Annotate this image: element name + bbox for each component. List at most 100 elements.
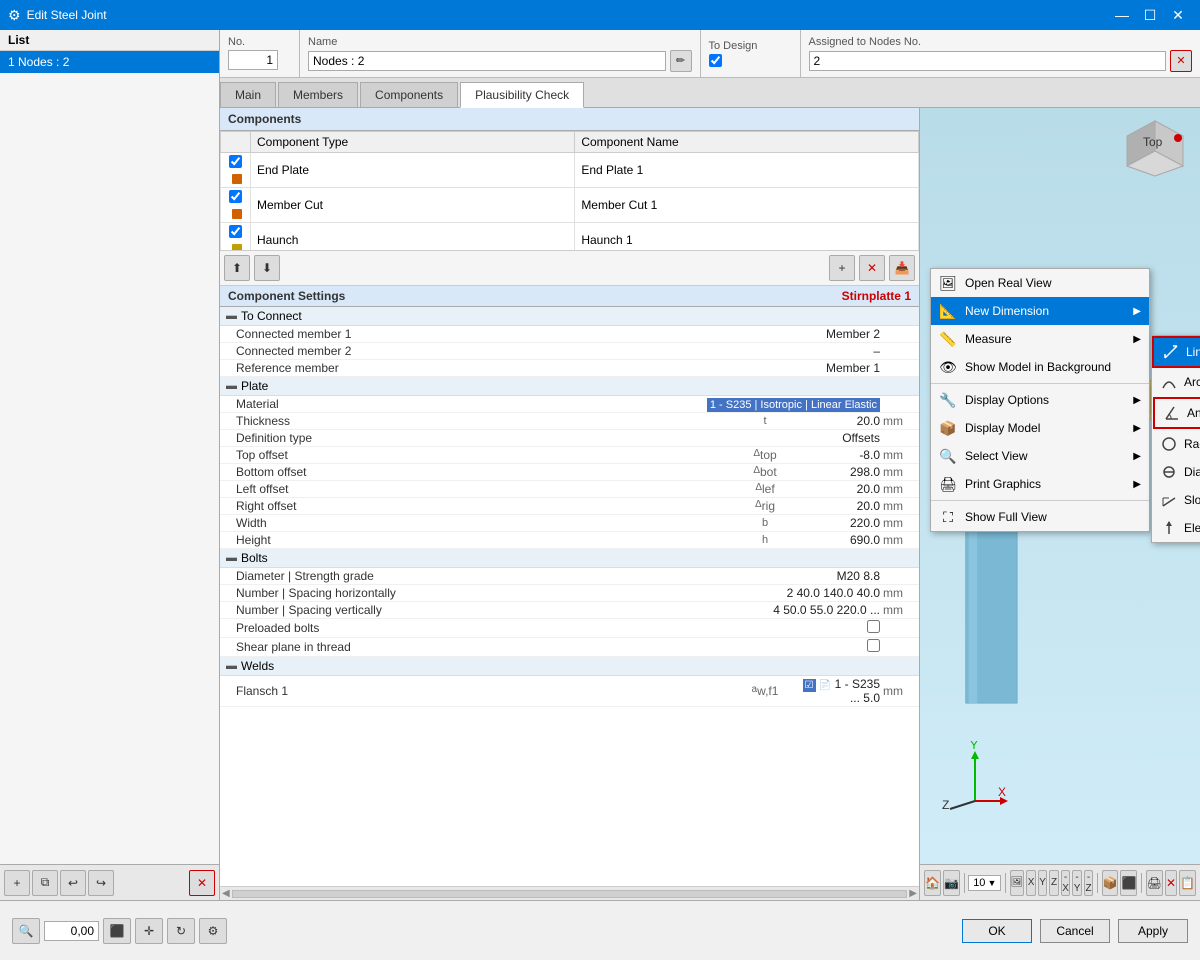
group-to-connect[interactable]: ▬ To Connect [220,307,919,326]
bottom-value-input[interactable] [44,921,99,941]
bottom-search-button[interactable]: 🔍 [12,918,40,944]
close-button[interactable]: ✕ [1164,0,1192,30]
apply-button[interactable]: Apply [1118,919,1188,943]
view-ny-button[interactable]: -Y [1072,870,1081,896]
view-print-button[interactable]: 🖨 [1146,870,1163,896]
ctx-show-full-view[interactable]: ⛶ Show Full View [931,503,1149,531]
zoom-control[interactable]: 10 ▼ [968,875,1001,891]
col-check [221,132,251,153]
group-plate[interactable]: ▬ Plate [220,377,919,396]
comp-move-up[interactable]: ⬆ [224,255,250,281]
comp-move-down[interactable]: ⬇ [254,255,280,281]
table-row[interactable]: Member Cut Member Cut 1 [221,188,919,223]
settings-row: Shear plane in thread [220,638,919,657]
maximize-button[interactable]: ☐ [1136,0,1164,30]
comp-row-checkbox[interactable] [229,190,242,203]
ctx-measure[interactable]: 📏 Measure ▶ [931,325,1149,353]
comp-color-icon [232,174,242,184]
submenu-arc-length[interactable]: Arc Length... [1152,368,1200,396]
tab-members[interactable]: Members [278,82,358,107]
settings-row: Definition type Offsets [220,430,919,447]
comp-delete[interactable]: ✕ [859,255,885,281]
preloaded-bolts-checkbox[interactable] [867,620,880,633]
group-bolts[interactable]: ▬ Bolts [220,549,919,568]
view-box-button[interactable]: 📦 [1102,870,1119,896]
bottom-select-button[interactable]: ⬛ [103,918,131,944]
table-row[interactable]: End Plate End Plate 1 [221,153,919,188]
view-copy-button[interactable]: 📋 [1179,870,1196,896]
bottom-rotate-button[interactable]: ↻ [167,918,195,944]
ctx-print-graphics-label: Print Graphics [965,477,1041,491]
submenu-angular-label: Angular... [1187,406,1200,420]
view-home-button[interactable]: 🏠 [924,870,941,896]
ctx-display-options[interactable]: 🔧 Display Options ▶ [931,386,1149,414]
submenu-radius[interactable]: Radius... [1152,430,1200,458]
ctx-select-view-label: Select View [965,449,1027,463]
svg-text:Top: Top [1143,135,1163,149]
name-edit-button[interactable]: ✏ [670,50,692,72]
bottom-move-button[interactable]: ✛ [135,918,163,944]
add-button[interactable]: + [4,870,30,896]
svg-text:Z: Z [942,798,949,811]
comp-row-checkbox[interactable] [229,155,242,168]
submenu-angular[interactable]: Angular... [1153,397,1200,429]
settings-row: Reference member Member 1 [220,360,919,377]
tab-bar: Main Members Components Plausibility Che… [220,78,1200,108]
assigned-input[interactable] [809,51,1167,71]
copy-button[interactable]: ⧉ [32,870,58,896]
comp-add[interactable]: + [829,255,855,281]
comp-import[interactable]: 📥 [889,255,915,281]
ctx-select-view[interactable]: 🔍 Select View ▶ [931,442,1149,470]
submenu-linear[interactable]: Linear... ↖ [1152,336,1200,368]
group-welds[interactable]: ▬ Welds [220,657,919,676]
display-model-arrow-icon: ▶ [1133,423,1141,434]
cancel-button[interactable]: Cancel [1040,919,1110,943]
todesign-checkbox[interactable] [709,54,722,67]
print-graphics-icon: 🖨 [939,475,957,493]
ctx-show-model-bg[interactable]: 👁 Show Model in Background [931,353,1149,381]
settings-row: Diameter | Strength grade M20 8.8 [220,568,919,585]
horiz-scrollbar[interactable]: ◀ ▶ [220,886,919,900]
view-panel-inner: Top Y X [920,108,1200,864]
bottom-settings-button[interactable]: ⚙ [199,918,227,944]
assigned-clear-button[interactable]: ✕ [1170,50,1192,72]
cube-navigator[interactable]: Top [1123,116,1188,184]
ok-button[interactable]: OK [962,919,1032,943]
ctx-new-dimension[interactable]: 📐 New Dimension ▶ [931,297,1149,325]
measure-arrow-icon: ▶ [1133,334,1141,345]
tab-main[interactable]: Main [220,82,276,107]
ctx-print-graphics[interactable]: 🖨 Print Graphics ▶ [931,470,1149,498]
view-close-button[interactable]: ✕ [1165,870,1177,896]
submenu-slope[interactable]: Slope... [1152,486,1200,514]
settings-row: Connected member 1 Member 2 [220,326,919,343]
table-row[interactable]: Haunch Haunch 1 [221,223,919,252]
view-front-button[interactable]: 🖼 [1010,870,1025,896]
submenu-elevation[interactable]: Elevation... [1152,514,1200,542]
submenu-diameter-label: Diameter... [1184,465,1200,479]
settings-row: Bottom offset Δbot 298.0 mm [220,464,919,481]
comp-row-checkbox[interactable] [229,225,242,238]
delete-button[interactable]: ✕ [189,870,215,896]
tab-components[interactable]: Components [360,82,458,107]
settings-row: Left offset Δlef 20.0 mm [220,481,919,498]
view-x-button[interactable]: X [1026,870,1035,896]
view-nz-button[interactable]: -Z [1084,870,1093,896]
submenu-diameter[interactable]: Diameter... [1152,458,1200,486]
view-render-button[interactable]: ⬛ [1120,870,1137,896]
minimize-button[interactable]: — [1108,0,1136,30]
list-item[interactable]: 1 Nodes : 2 [0,51,219,73]
redo-button[interactable]: ↪ [88,870,114,896]
undo-button[interactable]: ↩ [60,870,86,896]
view-z-button[interactable]: Z [1049,870,1058,896]
ctx-separator-2 [931,500,1149,501]
tab-plausibility[interactable]: Plausibility Check [460,82,584,108]
no-input[interactable] [228,50,278,70]
shear-plane-checkbox[interactable] [867,639,880,652]
content-columns: Components Component Type Component Name [220,108,1200,900]
ctx-open-real-view[interactable]: 🖼 Open Real View [931,269,1149,297]
view-nx-button[interactable]: -X [1061,870,1070,896]
ctx-display-model[interactable]: 📦 Display Model ▶ [931,414,1149,442]
view-y-button[interactable]: Y [1038,870,1047,896]
name-input[interactable] [308,51,666,71]
view-iso-button[interactable]: 📷 [943,870,960,896]
